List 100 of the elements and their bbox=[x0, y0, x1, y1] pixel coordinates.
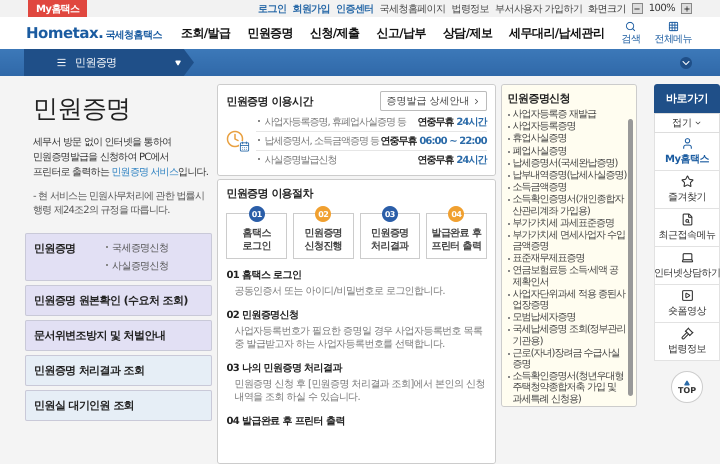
clock-calendar-icon bbox=[226, 130, 250, 152]
my-hometax-tab[interactable]: My홈택스 bbox=[28, 0, 88, 17]
application-link[interactable]: 근로(자녀)장려금 수급사실 증명 bbox=[508, 348, 628, 370]
up-triangle-icon bbox=[684, 380, 690, 386]
page-title: 민원증명 bbox=[33, 93, 132, 125]
application-link[interactable]: 부가가치세 과세표준증명 bbox=[508, 218, 628, 229]
side-menu-link[interactable]: 민원증명 원본확인 (수요처 조회) bbox=[34, 293, 188, 308]
sub-menu-link[interactable]: 사실증명신청 bbox=[104, 259, 168, 273]
service-link[interactable]: 민원증명 서비스 bbox=[111, 167, 178, 178]
quick-menu-item[interactable]: 법령정보 bbox=[654, 323, 720, 361]
application-link[interactable]: 사업자등록증명 bbox=[508, 121, 628, 132]
service-name: 사업자등록증명, 휴폐업사실증명 등 bbox=[256, 115, 406, 129]
application-link[interactable]: 소득금액증명 bbox=[508, 182, 628, 194]
laptop-icon bbox=[680, 251, 694, 264]
sub-menu-link[interactable]: 국세증명신청 bbox=[104, 241, 168, 255]
step-heading: 03 나의 민원증명 처리결과 bbox=[226, 362, 344, 374]
step-heading: 01 홈택스 로그인 bbox=[226, 269, 302, 282]
step-number: 01 bbox=[248, 206, 265, 222]
step-heading: 02 민원증명신청 bbox=[226, 308, 300, 322]
application-link[interactable]: 모범납세자증명 bbox=[508, 312, 628, 324]
step-label: 홈택스 로그인 bbox=[242, 228, 271, 253]
application-link[interactable]: 부가가치세 면세사업자 수입금액증명 bbox=[508, 230, 628, 252]
application-link[interactable]: 사업자등록증 재발급 bbox=[508, 109, 628, 120]
application-link[interactable]: 연금보험료등 소득·세액 공제확인서 bbox=[508, 265, 628, 288]
application-link[interactable]: 국세납세증명 조회(정부관리기관용) bbox=[508, 324, 628, 347]
top-button[interactable]: TOP bbox=[671, 371, 704, 403]
logo-subtitle: 국세청홈택스 bbox=[105, 29, 162, 42]
top-link[interactable]: 인증센터 bbox=[336, 2, 374, 16]
scrollbar[interactable] bbox=[628, 119, 634, 396]
quick-menu-item[interactable]: My홈택스 bbox=[654, 133, 720, 171]
step-heading: 04 발급완료 후 프린터 출력 bbox=[226, 414, 346, 428]
main-menu-item[interactable]: 조회/발급 bbox=[181, 24, 230, 42]
star-icon bbox=[680, 175, 694, 188]
legal-note: - 현 서비스는 민원사무처리에 관한 법률시행령 제24조2의 규정을 따릅니다. bbox=[33, 190, 206, 217]
top-link[interactable]: 회원가입 bbox=[292, 2, 330, 16]
breadcrumb-menu[interactable]: 민원증명 bbox=[24, 49, 194, 76]
quick-menu-item[interactable]: 최근접속메뉴 bbox=[654, 209, 720, 247]
step-description: 공동인증서 또는 아이디/비밀번호로 로그인합니다. bbox=[234, 285, 446, 298]
service-hours: 연중무휴 06:00 ~ 22:00 bbox=[380, 135, 487, 148]
main-menu-item[interactable]: 신청/제출 bbox=[310, 24, 360, 42]
user-icon bbox=[680, 137, 694, 150]
card-title: 민원증명 이용시간 bbox=[226, 94, 313, 108]
intro-text: 세무서 방문 없이 인터넷을 통하여 민원증명발급을 신청하여 PC에서 프린터로 출력하는 민원증명 서비스입니다. bbox=[33, 136, 210, 180]
top-link[interactable]: 부서사용자 가입하기 bbox=[495, 2, 582, 16]
main-menu-item[interactable]: 신고/납부 bbox=[376, 24, 426, 42]
zoom-label: 화면크기 bbox=[588, 2, 626, 16]
gavel-icon bbox=[680, 327, 694, 340]
detail-button[interactable]: 증명발급 상세안내 bbox=[380, 91, 487, 111]
side-menu-link[interactable]: 민원증명 bbox=[34, 241, 104, 256]
application-link[interactable]: 소득확인증명서(개인종합자산관리계좌 가입용) bbox=[508, 194, 628, 217]
step-label: 민원증명 처리결과 bbox=[371, 228, 409, 253]
zoom-in-button[interactable] bbox=[681, 3, 692, 14]
play-icon bbox=[680, 289, 694, 302]
application-link[interactable]: 휴업사실증명 bbox=[508, 133, 628, 145]
main-menu-item[interactable]: 상담/제보 bbox=[442, 24, 492, 42]
application-link[interactable]: 사업자단위과세 적용 종된사업장증명 bbox=[508, 288, 628, 312]
application-link[interactable]: 소득확인증명서(청년우대형주택청약종합저축 가입 및 과세특례 신청용) bbox=[508, 371, 628, 405]
step-description: 사업자등록번호가 필요한 증명일 경우 사업자등록번호 목록 중 발급받고자 하는 사업자등록번호를 선택합니다. bbox=[234, 324, 484, 352]
panel-title: 민원증명신청 bbox=[508, 91, 572, 106]
quick-menu-item[interactable]: 즐겨찾기 bbox=[654, 171, 720, 209]
search-icon bbox=[625, 20, 636, 32]
quick-menu-title: 바로가기 bbox=[654, 84, 720, 113]
document-search-icon bbox=[680, 213, 694, 226]
search-button[interactable]: 검색 bbox=[622, 20, 640, 46]
application-link[interactable]: 납세증명서(국세완납증명) bbox=[508, 158, 628, 169]
card-title: 민원증명 이용절차 bbox=[226, 186, 314, 201]
quick-menu-item[interactable]: 인터넷상담하기 bbox=[654, 247, 720, 285]
main-menu-item[interactable]: 민원증명 bbox=[247, 24, 293, 42]
logo-text[interactable]: Hometax. bbox=[26, 24, 104, 42]
side-menu-link[interactable]: 민원증명 처리결과 조회 bbox=[34, 363, 144, 378]
step-number: 03 bbox=[382, 206, 398, 222]
side-menu-link[interactable]: 문서위변조방지 및 처벌안내 bbox=[34, 328, 166, 343]
zoom-value: 100% bbox=[648, 3, 675, 14]
quick-menu-item[interactable]: 숏폼영상 bbox=[654, 285, 720, 323]
main-menu-item[interactable]: 세무대리/납세관리 bbox=[509, 24, 604, 42]
service-name: 납세증명서, 소득금액증명 등 bbox=[256, 134, 379, 148]
chevron-down-icon bbox=[694, 119, 702, 127]
fold-button[interactable]: 접기 bbox=[654, 113, 720, 133]
top-link[interactable]: 로그인 bbox=[258, 2, 286, 16]
plus-icon bbox=[682, 4, 690, 12]
expand-icon[interactable] bbox=[680, 56, 692, 68]
step-number: 02 bbox=[315, 206, 332, 222]
service-hours: 연중무휴 24시간 bbox=[417, 116, 487, 129]
application-link[interactable]: 표준재무제표증명 bbox=[508, 253, 628, 264]
zoom-out-button[interactable] bbox=[632, 3, 643, 14]
step-number: 04 bbox=[448, 206, 464, 222]
grid-icon bbox=[668, 20, 679, 32]
step-label: 민원증명 신청진행 bbox=[304, 228, 342, 253]
top-link[interactable]: 법령정보 bbox=[451, 2, 489, 16]
caret-icon bbox=[174, 60, 181, 66]
step-label: 발급완료 후 프린터 출력 bbox=[431, 228, 482, 253]
top-link[interactable]: 국세청홈페이지 bbox=[380, 2, 446, 16]
application-link[interactable]: 폐업사실증명 bbox=[508, 146, 628, 157]
all-menu-button[interactable]: 전체메뉴 bbox=[654, 20, 692, 46]
menu-icon bbox=[56, 57, 67, 68]
side-menu-link[interactable]: 민원실 대기인원 조회 bbox=[34, 398, 134, 413]
service-name: 사실증명발급신청 bbox=[256, 153, 336, 167]
service-hours: 연중무휴 24시간 bbox=[417, 154, 487, 167]
step-description: 민원증명 신청 후 [민원증명 처리결과 조회]에서 본인의 신청내역을 조회 하실 수 있습니다. bbox=[234, 378, 486, 404]
application-link[interactable]: 납부내역증명(납세사실증명) bbox=[508, 170, 628, 182]
